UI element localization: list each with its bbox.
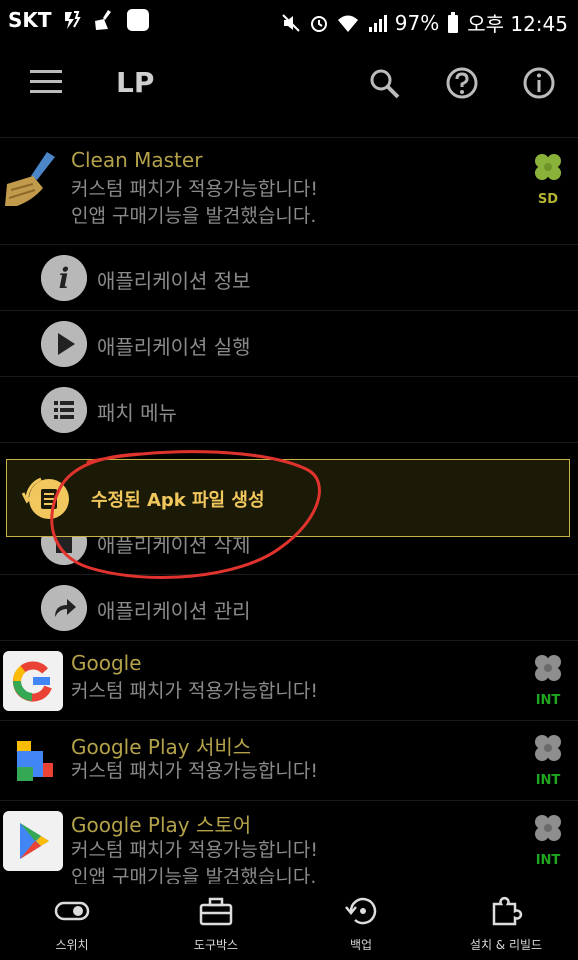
app-desc-line: 인앱 구매기능을 발견했습니다. <box>71 866 317 884</box>
nav-toolbox[interactable]: 도구박스 <box>144 884 288 960</box>
app-badge: INT <box>530 731 566 788</box>
nav-label: 도구박스 <box>193 938 239 952</box>
bottom-nav: 스위치 도구박스 백업 설치 & 리빌드 <box>0 884 578 960</box>
nav-switch[interactable]: 스위치 <box>0 884 144 960</box>
app-name: Google Play 스토어 <box>71 813 252 837</box>
app-name: Google Play 서비스 <box>71 735 252 759</box>
app-row-google[interactable]: Google 커스텀 패치가 적용가능합니다! INT <box>0 641 578 719</box>
app-desc-line: 커스텀 패치가 적용가능합니다! <box>71 760 318 782</box>
toolbox-icon <box>199 897 233 926</box>
puzzle-icon <box>492 896 523 926</box>
nav-label: 설치 & 리빌드 <box>469 938 543 952</box>
play-store-app-icon <box>3 811 63 871</box>
backup-icon <box>345 897 377 925</box>
app-badge-label: INT <box>535 773 561 788</box>
app-row-google-play-services[interactable]: Google Play 서비스 커스텀 패치가 적용가능합니다! INT <box>0 721 578 799</box>
toggle-icon <box>54 901 90 921</box>
nav-label: 백업 <box>349 938 373 952</box>
app-badge-label: INT <box>535 693 561 708</box>
app-badge: INT <box>530 811 566 868</box>
play-services-app-icon <box>17 741 53 781</box>
google-app-icon <box>3 651 63 711</box>
app-desc-line: 커스텀 패치가 적용가능합니다! <box>71 680 318 702</box>
app-desc-line: 커스텀 패치가 적용가능합니다! <box>71 839 318 861</box>
nav-backup[interactable]: 백업 <box>289 884 433 960</box>
clover-icon <box>535 735 561 761</box>
nav-label: 스위치 <box>55 938 89 952</box>
app-badge: INT <box>530 651 566 708</box>
app-badge-label: INT <box>535 853 561 868</box>
app-name: Google <box>71 651 142 675</box>
clover-icon <box>535 815 561 841</box>
app-row-google-play-store[interactable]: Google Play 스토어 커스텀 패치가 적용가능합니다! 인앱 구매기능… <box>0 801 578 884</box>
clover-icon <box>535 655 561 681</box>
nav-install-rebuild[interactable]: 설치 & 리빌드 <box>434 884 578 960</box>
